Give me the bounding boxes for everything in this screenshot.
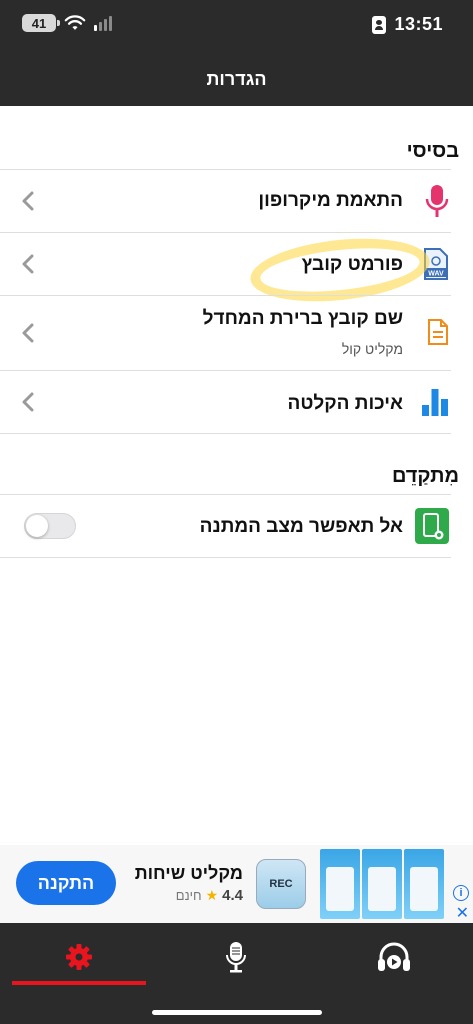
ad-rating-value: 4.4 [222, 887, 243, 904]
settings-row-label: שם קובץ ברירת המחדל [202, 308, 403, 329]
settings-icon [66, 944, 92, 970]
tab-record[interactable] [216, 937, 256, 977]
info-icon[interactable]: i [453, 885, 469, 901]
section-title-advanced: מִתקַדֵם [391, 465, 459, 487]
settings-row-label: אל תאפשר מצב המתנה [199, 516, 403, 537]
tab-recordings[interactable] [374, 937, 414, 977]
status-time: 13:51 [394, 14, 443, 34]
ad-app-name[interactable]: מקליט שיחות [135, 863, 243, 884]
chevron-left-icon [22, 392, 34, 412]
section-title-basic: בסיסי [406, 140, 459, 162]
settings-row-sublabel: מקליט קול [341, 341, 403, 357]
settings-row-default-filename[interactable]: שם קובץ ברירת המחדל מקליט קול [0, 296, 473, 370]
signal-icon [94, 15, 112, 31]
wifi-icon [64, 15, 86, 30]
status-right: 13:51 [372, 14, 443, 35]
document-icon [428, 319, 448, 345]
id-badge-icon [372, 15, 387, 34]
settings-row-microphone[interactable]: התאמת מיקרופון [0, 170, 473, 232]
close-icon[interactable]: ✕ [456, 903, 469, 923]
ad-screenshot [362, 849, 402, 919]
star-icon: ★ [205, 887, 219, 903]
ad-screenshot [404, 849, 444, 919]
bar-chart-icon [422, 389, 448, 416]
toggle-knob [26, 515, 48, 537]
divider [0, 433, 451, 434]
chevron-left-icon [22, 254, 34, 274]
ad-screenshots[interactable] [320, 849, 444, 919]
active-tab-indicator [12, 981, 146, 985]
status-left: 41 [22, 14, 112, 32]
tab-settings[interactable] [59, 937, 99, 977]
ad-screenshot [320, 849, 360, 919]
ad-price: חינם [175, 888, 202, 903]
ad-app-icon[interactable]: REC [256, 859, 306, 909]
prevent-sleep-toggle[interactable] [24, 513, 76, 539]
app-header: הגדרות [0, 52, 473, 106]
chevron-left-icon [22, 323, 34, 343]
ad-banner[interactable]: התקנה REC מקליט שיחות 4.4 ★ חינם i ✕ [0, 845, 473, 923]
settings-row-label: איכות הקלטה [287, 393, 403, 414]
settings-row-label: התאמת מיקרופון [258, 190, 403, 211]
svg-text:WAV: WAV [428, 271, 444, 278]
chevron-left-icon [22, 191, 34, 211]
home-indicator [152, 1010, 322, 1015]
page-title: הגדרות [206, 68, 267, 89]
settings-row-recording-quality[interactable]: איכות הקלטה [0, 371, 473, 433]
install-button[interactable]: התקנה [16, 861, 116, 905]
ad-rating: 4.4 ★ חינם [176, 887, 243, 904]
ad-app-icon-text: REC [269, 878, 293, 890]
status-bar: 41 13:51 [0, 0, 473, 52]
microphone-icon [425, 185, 449, 217]
divider [0, 557, 451, 558]
microphone-icon [226, 942, 246, 973]
bottom-tab-bar [0, 923, 473, 1024]
battery-indicator: 41 [22, 14, 60, 32]
screen-lock-icon [415, 508, 449, 544]
headphones-play-icon [378, 942, 410, 971]
